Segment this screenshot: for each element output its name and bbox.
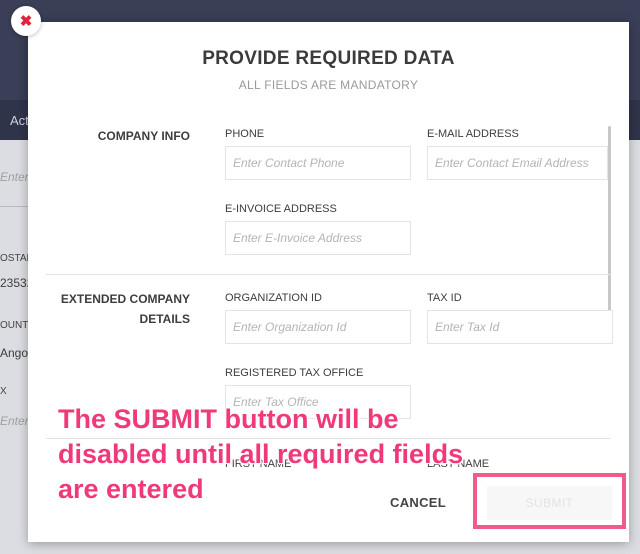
organization-id-label: ORGANIZATION ID: [225, 292, 322, 304]
tax-id-input[interactable]: [427, 310, 613, 344]
modal-scrollbar[interactable]: [608, 126, 611, 326]
modal-title: PROVIDE REQUIRED DATA: [202, 48, 455, 69]
section-divider: [46, 274, 611, 275]
background-input-placeholder[interactable]: Enter: [0, 170, 29, 184]
organization-id-input[interactable]: [225, 310, 411, 344]
tax-office-label: REGISTERED TAX OFFICE: [225, 367, 364, 379]
email-input[interactable]: [427, 146, 608, 180]
background-value-country: Ango: [0, 346, 29, 360]
section-label-extended-line2: DETAILS: [139, 312, 190, 326]
einvoice-label: E-INVOICE ADDRESS: [225, 203, 337, 215]
section-label-extended: EXTENDED COMPANY DETAILS: [48, 289, 190, 329]
annotation-highlight-box: [473, 473, 626, 529]
section-label-extended-line1: EXTENDED COMPANY: [60, 292, 190, 306]
section-label-company-info: COMPANY INFO: [97, 129, 190, 143]
background-label-x: X: [0, 386, 7, 397]
einvoice-input[interactable]: [225, 221, 411, 255]
annotation-callout: The SUBMIT button will be disabled until…: [58, 404, 464, 504]
background-input-placeholder-2[interactable]: Enter: [0, 414, 29, 428]
close-icon: ✖: [19, 13, 33, 30]
nav-item-act[interactable]: Act: [10, 113, 29, 128]
modal-subtitle: ALL FIELDS ARE MANDATORY: [238, 78, 419, 92]
email-label: E-MAIL ADDRESS: [427, 128, 519, 140]
close-button[interactable]: ✖: [11, 6, 41, 36]
phone-input[interactable]: [225, 146, 411, 180]
tax-id-label: TAX ID: [427, 292, 462, 304]
phone-label: PHONE: [225, 128, 265, 140]
